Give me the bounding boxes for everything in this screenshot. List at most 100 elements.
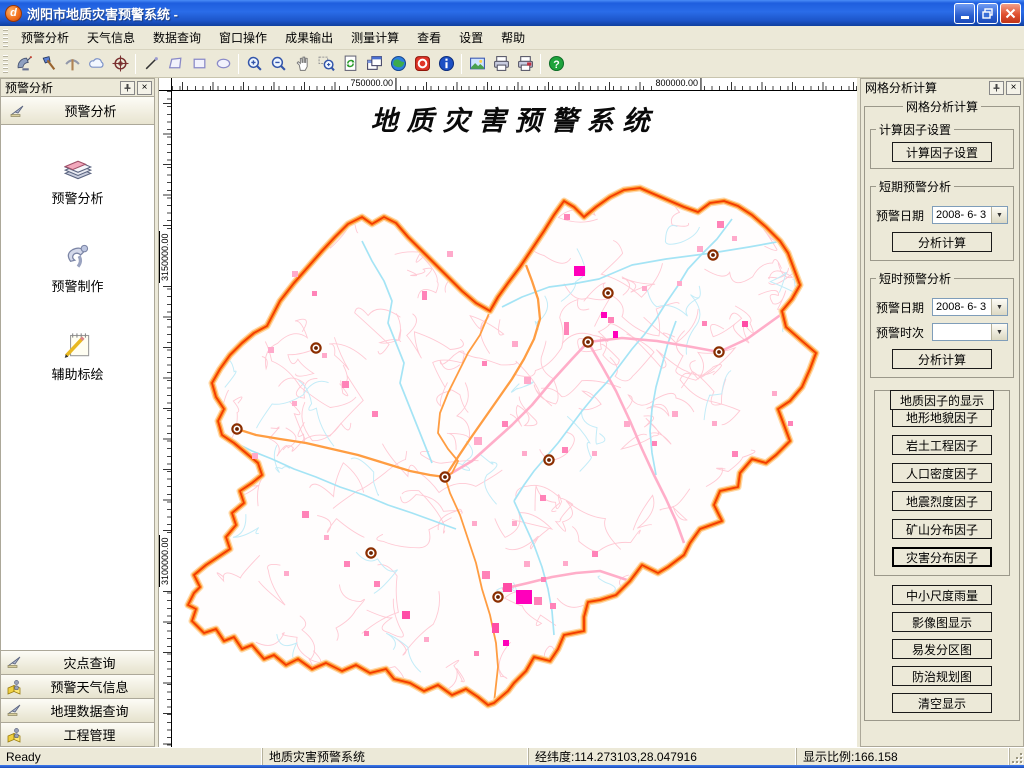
town-marker[interactable] bbox=[232, 424, 241, 433]
disaster-cell bbox=[516, 590, 532, 604]
pickaxe-icon[interactable] bbox=[60, 52, 84, 76]
close-icon[interactable]: × bbox=[1006, 81, 1021, 95]
extra-button-5[interactable]: 清空显示 bbox=[892, 693, 992, 713]
disaster-cell bbox=[717, 221, 724, 228]
factor-setting-title: 计算因子设置 bbox=[876, 121, 954, 138]
left-panel-group-1[interactable]: 灾点查询 bbox=[1, 650, 154, 674]
disaster-cell bbox=[712, 421, 717, 426]
menu-item-7[interactable]: 查看 bbox=[408, 26, 450, 49]
menu-item-6[interactable]: 测量计算 bbox=[342, 26, 408, 49]
menu-item-3[interactable]: 数据查询 bbox=[144, 26, 210, 49]
target-icon[interactable] bbox=[108, 52, 132, 76]
cascade-icon[interactable] bbox=[362, 52, 386, 76]
disaster-cell bbox=[324, 535, 329, 540]
rectangle-icon[interactable] bbox=[187, 52, 211, 76]
menu-item-1[interactable]: 预警分析 bbox=[12, 26, 78, 49]
town-marker[interactable] bbox=[544, 455, 553, 464]
globe-icon[interactable] bbox=[386, 52, 410, 76]
short-time-times-combo[interactable]: ▼ bbox=[932, 323, 1008, 341]
disaster-cell bbox=[672, 411, 678, 417]
toolbar-grip[interactable] bbox=[3, 55, 8, 73]
image-icon[interactable] bbox=[465, 52, 489, 76]
zoom-out-icon[interactable] bbox=[266, 52, 290, 76]
extra-button-3[interactable]: 易发分区图 bbox=[892, 639, 992, 659]
town-marker[interactable] bbox=[493, 592, 502, 601]
extra-button-4[interactable]: 防治规划图 bbox=[892, 666, 992, 686]
geo-factor-display-button[interactable]: 地质因子的显示 bbox=[890, 390, 994, 410]
radar-icon[interactable] bbox=[12, 52, 36, 76]
town-marker[interactable] bbox=[714, 347, 723, 356]
short-term-analyze-button[interactable]: 分析计算 bbox=[892, 232, 992, 252]
menu-item-9[interactable]: 帮助 bbox=[492, 26, 534, 49]
factor-setting-button[interactable]: 计算因子设置 bbox=[892, 142, 992, 162]
factor-button-4[interactable]: 地震烈度因子 bbox=[892, 491, 992, 511]
pin-icon[interactable] bbox=[120, 81, 135, 95]
resize-grip[interactable] bbox=[1010, 748, 1024, 765]
short-term-date-value: 2008- 6- 3 bbox=[933, 209, 991, 221]
restore-button[interactable] bbox=[977, 3, 998, 24]
stop-icon[interactable] bbox=[410, 52, 434, 76]
axe-icon[interactable] bbox=[36, 52, 60, 76]
map-area: 750000.00800000.00 3150000.003100000.00 … bbox=[158, 78, 857, 747]
left-panel-group-4[interactable]: 工程管理 bbox=[1, 722, 154, 746]
factor-button-6[interactable]: 灾害分布因子 bbox=[892, 547, 992, 567]
chevron-down-icon[interactable]: ▼ bbox=[991, 324, 1007, 340]
disaster-cell bbox=[642, 286, 647, 291]
refresh-icon[interactable] bbox=[338, 52, 362, 76]
factor-button-1[interactable]: 地形地貌因子 bbox=[892, 407, 992, 427]
print-icon[interactable] bbox=[489, 52, 513, 76]
extra-button-1[interactable]: 中小尺度雨量 bbox=[892, 585, 992, 605]
town-marker[interactable] bbox=[603, 288, 612, 297]
short-time-date-combo[interactable]: 2008- 6- 3 ▼ bbox=[932, 298, 1008, 316]
short-time-analyze-button[interactable]: 分析计算 bbox=[892, 349, 992, 369]
ruler-label: 3100000.00 bbox=[159, 535, 171, 587]
menubar-grip[interactable] bbox=[3, 29, 8, 47]
disaster-cell bbox=[601, 312, 607, 318]
short-term-date-combo[interactable]: 2008- 6- 3 ▼ bbox=[932, 206, 1008, 224]
town-marker[interactable] bbox=[366, 548, 375, 557]
extra-button-2[interactable]: 影像图显示 bbox=[892, 612, 992, 632]
left-panel-group-2[interactable]: 预警天气信息 bbox=[1, 674, 154, 698]
map-canvas[interactable]: 地质灾害预警系统 bbox=[172, 91, 857, 747]
toolbar: ? bbox=[0, 50, 1024, 78]
left-panel-item-3[interactable]: 辅助标绘 bbox=[1, 327, 154, 383]
town-marker[interactable] bbox=[311, 343, 320, 352]
zoom-in-icon[interactable] bbox=[242, 52, 266, 76]
line-icon[interactable] bbox=[139, 52, 163, 76]
info-icon[interactable] bbox=[434, 52, 458, 76]
cloud-icon[interactable] bbox=[84, 52, 108, 76]
town-marker[interactable] bbox=[440, 472, 449, 481]
ellipse-icon[interactable] bbox=[211, 52, 235, 76]
factor-button-3[interactable]: 人口密度因子 bbox=[892, 463, 992, 483]
zoom-window-icon[interactable] bbox=[314, 52, 338, 76]
short-time-date-label: 预警日期 bbox=[876, 299, 932, 316]
left-panel-item-1[interactable]: 预警分析 bbox=[1, 151, 154, 207]
pan-icon[interactable] bbox=[290, 52, 314, 76]
polygon-icon[interactable] bbox=[163, 52, 187, 76]
minimize-button[interactable] bbox=[954, 3, 975, 24]
close-button[interactable] bbox=[1000, 3, 1021, 24]
short-time-title: 短时预警分析 bbox=[876, 270, 954, 287]
pin-icon[interactable] bbox=[989, 81, 1004, 95]
factor-button-2[interactable]: 岩土工程因子 bbox=[892, 435, 992, 455]
close-icon[interactable]: × bbox=[137, 81, 152, 95]
left-panel-item-2[interactable]: 预警制作 bbox=[1, 239, 154, 295]
app-logo-icon: d bbox=[5, 5, 22, 22]
menu-item-4[interactable]: 窗口操作 bbox=[210, 26, 276, 49]
left-panel-group-3[interactable]: 地理数据查询 bbox=[1, 698, 154, 722]
help-icon[interactable]: ? bbox=[544, 52, 568, 76]
disaster-cell bbox=[592, 451, 597, 456]
menu-item-8[interactable]: 设置 bbox=[450, 26, 492, 49]
disaster-cell bbox=[564, 214, 570, 220]
chevron-down-icon[interactable]: ▼ bbox=[991, 299, 1007, 315]
left-panel-section-header[interactable]: 预警分析 bbox=[1, 97, 154, 125]
menu-item-5[interactable]: 成果输出 bbox=[276, 26, 342, 49]
chevron-down-icon[interactable]: ▼ bbox=[991, 207, 1007, 223]
print-preview-icon[interactable] bbox=[513, 52, 537, 76]
town-marker[interactable] bbox=[583, 337, 592, 346]
menu-item-2[interactable]: 天气信息 bbox=[78, 26, 144, 49]
town-marker[interactable] bbox=[708, 250, 717, 259]
factor-button-5[interactable]: 矿山分布因子 bbox=[892, 519, 992, 539]
disaster-cell bbox=[472, 521, 477, 526]
disaster-cell bbox=[524, 561, 530, 567]
